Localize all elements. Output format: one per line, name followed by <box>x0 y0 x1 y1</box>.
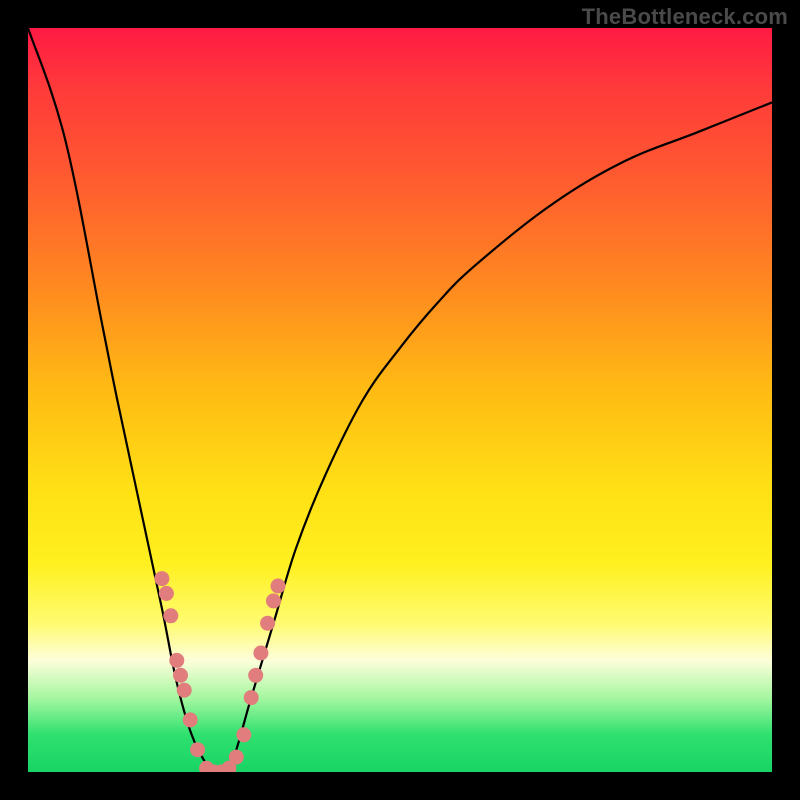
data-marker <box>183 712 198 727</box>
watermark-text: TheBottleneck.com <box>582 4 788 30</box>
bottleneck-curve <box>28 28 772 772</box>
data-marker <box>253 646 268 661</box>
data-marker <box>248 668 263 683</box>
data-marker <box>159 586 174 601</box>
marker-group <box>154 571 285 772</box>
data-marker <box>169 653 184 668</box>
data-marker <box>163 608 178 623</box>
curve-layer <box>28 28 772 772</box>
data-marker <box>177 683 192 698</box>
plot-area <box>28 28 772 772</box>
data-marker <box>271 579 286 594</box>
chart-frame: TheBottleneck.com <box>0 0 800 800</box>
data-marker <box>244 690 259 705</box>
data-marker <box>173 668 188 683</box>
data-marker <box>229 750 244 765</box>
data-marker <box>154 571 169 586</box>
data-marker <box>236 727 251 742</box>
data-marker <box>260 616 275 631</box>
data-marker <box>190 742 205 757</box>
data-marker <box>266 593 281 608</box>
